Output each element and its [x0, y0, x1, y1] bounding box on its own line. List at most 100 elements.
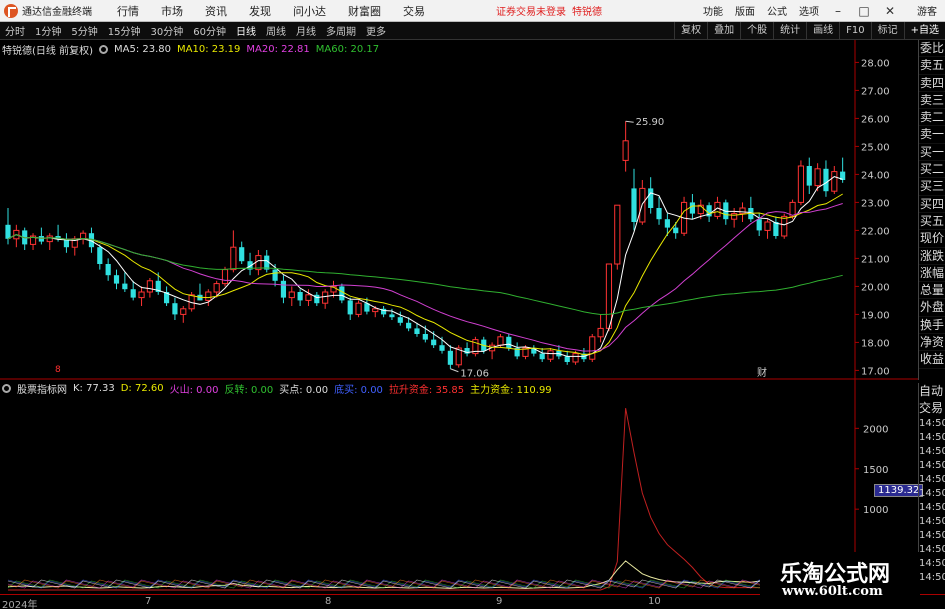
menu-item-hangqing[interactable]: 行情	[106, 3, 150, 19]
candle-body	[806, 166, 812, 186]
high-label: 25.90	[636, 117, 665, 128]
side-panel-item[interactable]: 涨跌	[919, 248, 945, 265]
event-marker: 8	[55, 365, 61, 375]
trade-time: 14:50	[919, 516, 945, 527]
side-panel-item[interactable]: 卖五	[919, 57, 945, 75]
candle-body	[389, 314, 395, 318]
biaoji-button[interactable]: 标记	[870, 21, 904, 40]
side-panel-item[interactable]: 卖一	[919, 126, 945, 144]
y-tick-label: 17.00	[861, 366, 890, 377]
candle-body	[414, 328, 420, 334]
trade-time: 14:50	[919, 418, 945, 429]
period-1min[interactable]: 1分钟	[30, 23, 66, 38]
y-tick-label: 27.00	[861, 86, 890, 97]
indicator-zhuli: 主力资金: 110.99	[470, 385, 552, 396]
diejia-button[interactable]: 叠加	[707, 21, 740, 40]
side-panel-item[interactable]: 净资	[919, 334, 945, 352]
menu-item-gongneng[interactable]: 功能	[697, 3, 729, 18]
period-15min[interactable]: 15分钟	[103, 23, 146, 38]
side-panel-item[interactable]: 卖三	[919, 92, 945, 110]
side-panel-item[interactable]: 买五	[919, 213, 945, 231]
indicator-name[interactable]: 股票指标网	[17, 381, 67, 396]
maximize-icon[interactable]: □	[851, 4, 877, 18]
gegu-button[interactable]: 个股	[740, 21, 773, 40]
candle-body	[773, 222, 779, 236]
candle-body	[648, 188, 654, 208]
side-panel-item[interactable]: 委比	[919, 40, 945, 58]
candle-body	[689, 202, 696, 214]
period-5min[interactable]: 5分钟	[66, 23, 102, 38]
period-30min[interactable]: 30分钟	[145, 23, 188, 38]
menu-item-banmian[interactable]: 版面	[729, 3, 761, 18]
period-fenshi[interactable]: 分时	[0, 23, 30, 38]
candle-body	[97, 247, 103, 264]
x-label-sep: 9	[496, 596, 503, 607]
indicator-settings-icon[interactable]	[2, 384, 11, 393]
side-panel-item[interactable]: 换手	[919, 317, 945, 335]
period-60min[interactable]: 60分钟	[188, 23, 231, 38]
trade-time: 14:50	[919, 488, 945, 499]
trade-panel-item[interactable]: 交易	[919, 400, 945, 417]
indicator-series-line	[8, 408, 843, 591]
period-more[interactable]: 更多	[361, 23, 391, 38]
side-panel-item[interactable]: 买三	[919, 178, 945, 196]
login-status[interactable]: 证券交易未登录	[496, 3, 566, 18]
f10-button[interactable]: F10	[839, 21, 870, 40]
side-panel-item[interactable]: 买四	[919, 196, 945, 213]
side-panel-item[interactable]: 涨幅	[919, 265, 945, 283]
trade-panel-item[interactable]: 自动	[919, 383, 945, 400]
side-panel-item[interactable]: 买二	[919, 161, 945, 179]
add-watchlist-button[interactable]: +自选	[903, 21, 945, 40]
menu-item-zixun[interactable]: 资讯	[194, 3, 238, 19]
minimize-icon[interactable]: –	[825, 4, 851, 18]
candle-body	[221, 269, 229, 285]
menu-item-caifuquan[interactable]: 财富圈	[337, 3, 392, 19]
indicator-y-label: 1500	[863, 465, 888, 476]
settings-gear-icon[interactable]	[98, 45, 108, 54]
trade-side-panel: 自动 交易 14:50 14:50 14:50 14:50 14:50 14:50 14:50 1…	[918, 383, 945, 593]
menu-item-xuanxiang[interactable]: 选项	[793, 3, 825, 18]
side-panel-item[interactable]: 收益	[919, 351, 945, 369]
period-weekly[interactable]: 周线	[261, 23, 291, 38]
candle-body	[823, 168, 829, 192]
side-panel-item[interactable]: 买一	[919, 144, 945, 162]
menu-item-faxian[interactable]: 发现	[238, 3, 282, 19]
trade-time: 14:50	[919, 530, 945, 541]
tongji-button[interactable]: 统计	[773, 21, 806, 40]
menu-item-shichang[interactable]: 市场	[150, 3, 194, 19]
menu-item-jiaoyi[interactable]: 交易	[392, 3, 436, 19]
candle-body	[631, 188, 637, 222]
candle-body	[589, 336, 596, 360]
candle-body	[397, 317, 403, 323]
indicator-y-label: 1000	[863, 505, 888, 516]
side-panel-item[interactable]: 卖四	[919, 75, 945, 92]
candle-body	[572, 353, 579, 363]
trade-time: 14:50	[919, 502, 945, 513]
right-menu: 功能 版面 公式 选项 – □ ✕ 游客	[697, 3, 945, 19]
candle-body	[205, 291, 212, 301]
fuquan-button[interactable]: 复权	[674, 21, 707, 40]
candle-body	[731, 213, 738, 220]
side-panel-item[interactable]: 外盘	[919, 299, 945, 317]
close-icon[interactable]: ✕	[877, 4, 903, 18]
guest-label[interactable]: 游客	[903, 3, 945, 18]
menu-item-gongshi[interactable]: 公式	[761, 3, 793, 18]
menu-item-wenxiaoda[interactable]: 问小达	[282, 3, 337, 19]
candle-body	[656, 208, 662, 220]
period-monthly[interactable]: 月线	[291, 23, 321, 38]
trade-time: 14:50	[919, 572, 945, 583]
candle-body	[355, 302, 362, 315]
side-panel-item[interactable]: 总量	[919, 282, 945, 300]
y-tick-label: 24.00	[861, 170, 890, 181]
candle-body	[622, 140, 629, 161]
candle-body	[105, 264, 111, 276]
candle-body	[130, 289, 136, 298]
period-multi[interactable]: 多周期	[321, 23, 361, 38]
side-panel-item[interactable]: 现价	[919, 230, 945, 248]
period-daily[interactable]: 日线	[231, 23, 261, 38]
kline-chart[interactable]: 17.00 18.00 19.00 20.00 21.00 22.00 23.00 24.00…	[0, 40, 918, 380]
app-title: 通达信金融终端	[22, 7, 92, 18]
side-panel-item[interactable]: 卖二	[919, 109, 945, 127]
candle-body	[305, 294, 312, 301]
huaxian-button[interactable]: 画线	[806, 21, 839, 40]
